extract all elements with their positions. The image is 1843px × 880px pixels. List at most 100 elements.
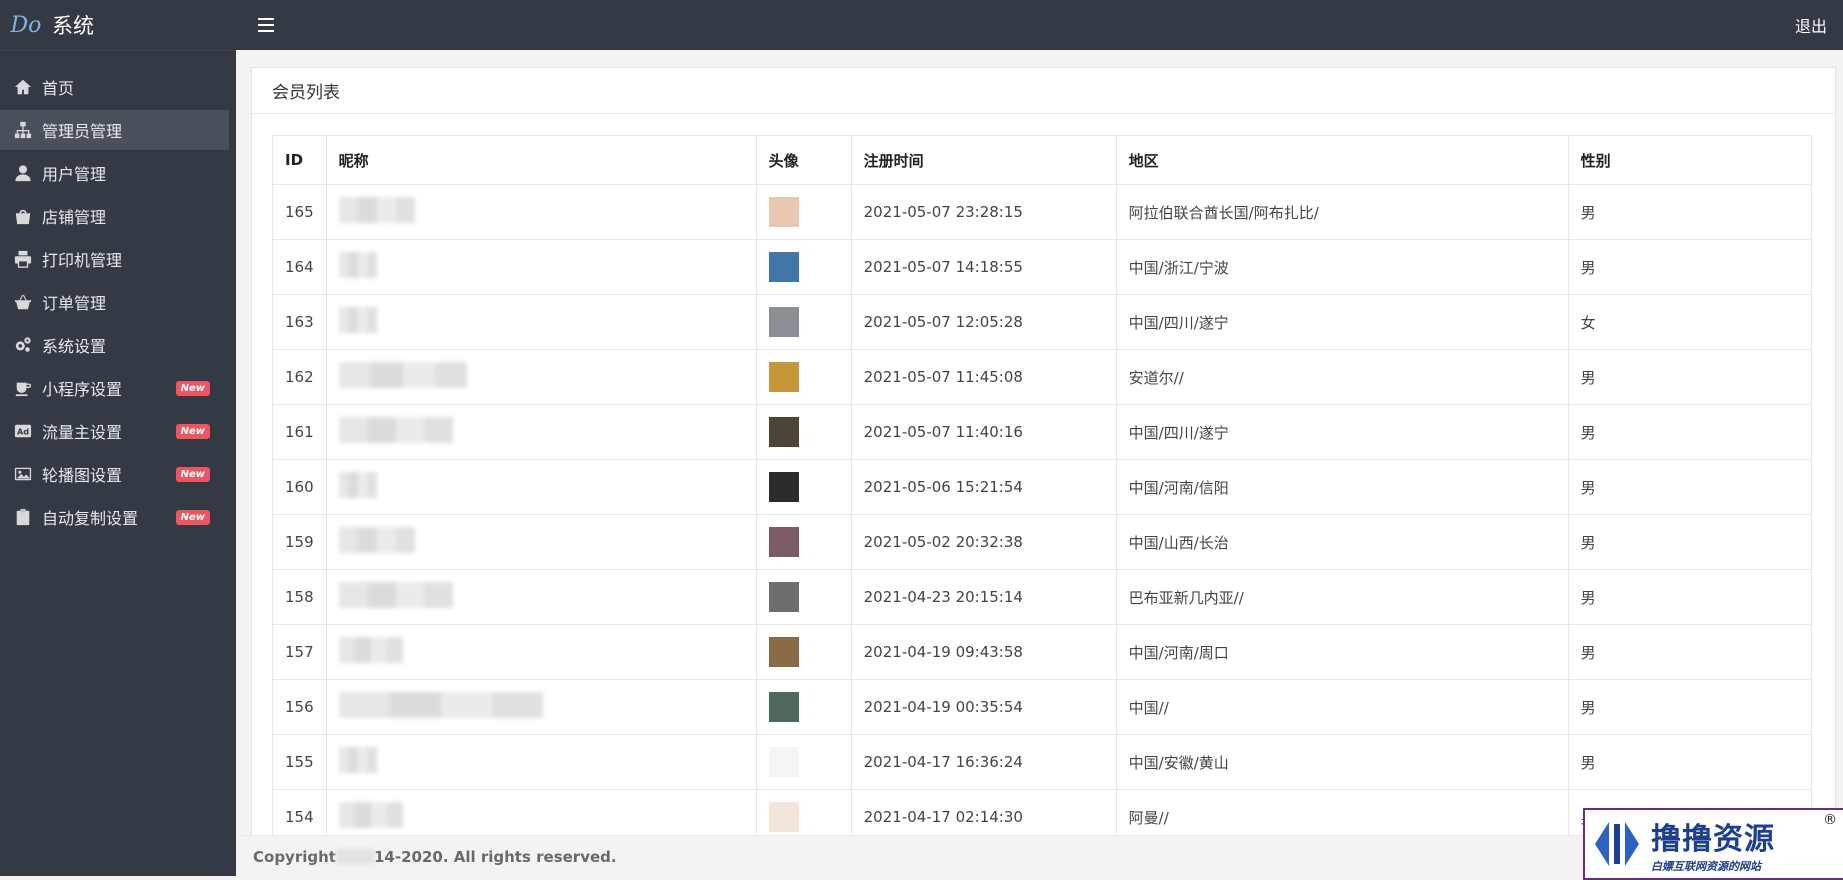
cell-gender: 男 <box>1567 459 1813 515</box>
avatar <box>768 417 799 447</box>
cell-avatar <box>755 514 852 570</box>
redacted-nickname <box>338 472 377 498</box>
sidebar-item-6[interactable]: 系统设置 <box>0 325 229 365</box>
avatar <box>768 582 799 612</box>
sidebar-item-2[interactable]: 用户管理 <box>0 153 229 193</box>
avatar <box>768 747 799 777</box>
redacted-year <box>335 849 374 864</box>
cell-registered: 2021-04-23 20:15:14 <box>850 569 1117 625</box>
table-row: 157 2021-04-19 09:43:58 中国/河南/周口男 <box>272 624 1813 680</box>
redacted-nickname <box>338 582 453 608</box>
sidebar-item-4[interactable]: 打印机管理 <box>0 239 229 279</box>
brand[interactable]: Do 系统 <box>0 0 236 51</box>
col-registered: 注册时间 <box>850 135 1117 185</box>
brand-logo: Do <box>10 12 42 38</box>
user-icon <box>13 163 33 183</box>
sidebar-item-label: 流量主设置 <box>42 423 123 442</box>
member-table: ID 昵称 头像 注册时间 地区 性别 165 2021-05-07 23:28:… <box>272 135 1813 845</box>
watermark: 撸撸资源 白嫖互联网资源的网站 ® <box>1583 808 1843 880</box>
sidebar-item-label: 轮播图设置 <box>42 466 123 485</box>
cell-registered: 2021-05-07 14:18:55 <box>850 239 1117 295</box>
col-region: 地区 <box>1115 135 1569 185</box>
printer-icon <box>13 249 33 269</box>
sidebar-item-1[interactable]: 管理员管理 <box>0 110 229 150</box>
avatar <box>768 362 799 392</box>
hamburger-icon[interactable] <box>258 18 274 32</box>
cell-gender: 男 <box>1567 349 1813 405</box>
redacted-nickname <box>338 802 403 828</box>
logout-button[interactable]: 退出 <box>1795 13 1827 37</box>
sidebar-item-7[interactable]: 小程序设置 New <box>0 368 229 408</box>
cell-region: 中国/河南/周口 <box>1115 624 1569 680</box>
cell-region: 中国// <box>1115 679 1569 735</box>
cell-avatar <box>755 239 852 295</box>
home-icon <box>13 77 33 97</box>
table-body: 165 2021-05-07 23:28:15 阿拉伯联合酋长国/阿布扎比/男 164… <box>272 184 1813 845</box>
col-id: ID <box>272 135 327 185</box>
sidebar: Do 系统 首页 管理员管理 用户管理店铺管理打印机管理 订单管理 系统设置小程序设置 N… <box>0 0 236 876</box>
sidebar-item-label: 自动复制设置 <box>42 509 139 528</box>
cell-region: 中国/山西/长治 <box>1115 514 1569 570</box>
footer-copyright-prefix: Copyright <box>253 847 336 866</box>
cell-nickname <box>325 239 757 295</box>
avatar <box>768 637 799 667</box>
sidebar-item-5[interactable]: 订单管理 <box>0 282 229 322</box>
cell-gender: 男 <box>1567 624 1813 680</box>
cell-avatar <box>755 184 852 240</box>
table-row: 164 2021-05-07 14:18:55 中国/浙江/宁波男 <box>272 239 1813 295</box>
table-row: 159 2021-05-02 20:32:38 中国/山西/长治男 <box>272 514 1813 570</box>
cell-registered: 2021-04-17 16:36:24 <box>850 734 1117 790</box>
brand-title: 系统 <box>52 14 94 38</box>
col-avatar: 头像 <box>755 135 852 185</box>
sidebar-item-8[interactable]: Ad 流量主设置 New <box>0 411 229 451</box>
sidebar-item-3[interactable]: 店铺管理 <box>0 196 229 236</box>
cell-gender: 男 <box>1567 184 1813 240</box>
redacted-nickname <box>338 692 543 718</box>
watermark-registered: ® <box>1823 812 1837 828</box>
cell-nickname <box>325 624 757 680</box>
cell-id: 164 <box>272 239 327 295</box>
cell-avatar <box>755 459 852 515</box>
cell-region: 巴布亚新几内亚// <box>1115 569 1569 625</box>
redacted-nickname <box>338 307 377 333</box>
sidebar-item-0[interactable]: 首页 <box>0 67 229 107</box>
member-list-panel: 会员列表 ID 昵称 头像 注册时间 地区 性别 165 2021-05-07 2… <box>251 67 1836 877</box>
cell-id: 161 <box>272 404 327 460</box>
sidebar-item-label: 店铺管理 <box>42 208 107 227</box>
cell-registered: 2021-05-07 11:40:16 <box>850 404 1117 460</box>
cell-nickname <box>325 459 757 515</box>
table-row: 155 2021-04-17 16:36:24 中国/安徽/黄山男 <box>272 734 1813 790</box>
redacted-nickname <box>338 197 415 223</box>
sidebar-item-label: 小程序设置 <box>42 380 123 399</box>
topbar: 退出 <box>236 0 1843 50</box>
cell-registered: 2021-05-07 23:28:15 <box>850 184 1117 240</box>
watermark-subtitle: 白嫖互联网资源的网站 <box>1651 860 1761 873</box>
sitemap-icon <box>13 120 33 140</box>
avatar <box>768 802 799 832</box>
cell-nickname <box>325 294 757 350</box>
avatar <box>768 472 799 502</box>
redacted-nickname <box>338 527 415 553</box>
clipboard-icon <box>13 507 33 527</box>
ad-icon: Ad <box>13 421 33 441</box>
sidebar-item-9[interactable]: 轮播图设置 New <box>0 454 229 494</box>
sidebar-nav: 首页 管理员管理 用户管理店铺管理打印机管理 订单管理 系统设置小程序设置 New Ad 流量… <box>0 67 236 537</box>
cell-registered: 2021-04-19 00:35:54 <box>850 679 1117 735</box>
col-gender: 性别 <box>1567 135 1813 185</box>
cell-avatar <box>755 294 852 350</box>
cell-registered: 2021-05-07 12:05:28 <box>850 294 1117 350</box>
new-badge: New <box>175 380 210 396</box>
cell-id: 155 <box>272 734 327 790</box>
table-header-row: ID 昵称 头像 注册时间 地区 性别 <box>272 135 1813 185</box>
cell-id: 159 <box>272 514 327 570</box>
avatar <box>768 197 799 227</box>
cell-nickname <box>325 349 757 405</box>
sidebar-item-10[interactable]: 自动复制设置 New <box>0 497 229 537</box>
avatar <box>768 527 799 557</box>
cell-registered: 2021-04-19 09:43:58 <box>850 624 1117 680</box>
cell-id: 157 <box>272 624 327 680</box>
cell-nickname <box>325 404 757 460</box>
cell-gender: 女 <box>1567 294 1813 350</box>
cell-gender: 男 <box>1567 239 1813 295</box>
gears-icon <box>13 335 33 355</box>
